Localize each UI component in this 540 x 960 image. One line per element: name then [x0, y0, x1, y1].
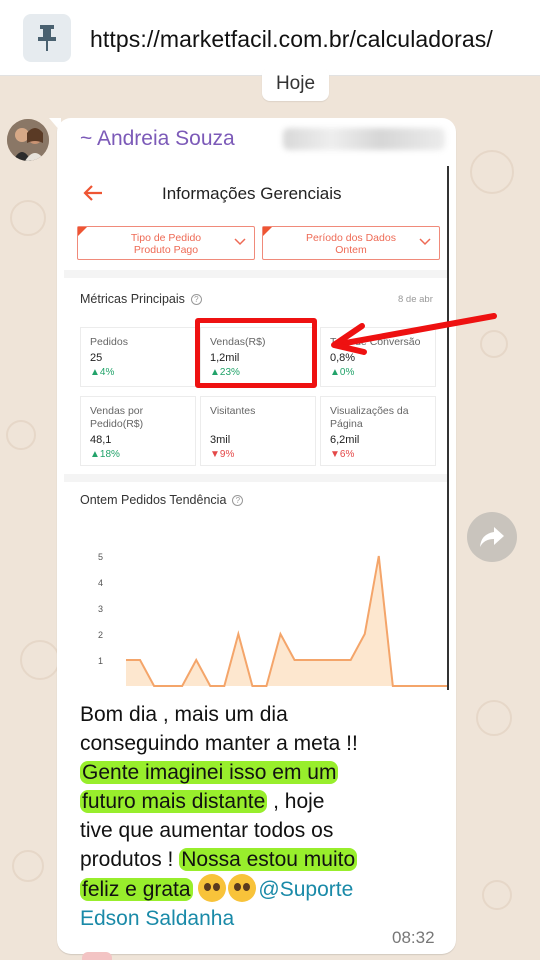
metric-change: ▲18%: [90, 449, 120, 460]
chevron-down-icon: [234, 238, 246, 246]
y-tick-label: 4: [98, 578, 103, 588]
mention-link[interactable]: Edson Saldanha: [80, 907, 234, 930]
y-tick-label: 2: [98, 630, 103, 640]
phone-number-blurred: [283, 128, 445, 150]
filter-label: Período dos Dados: [306, 232, 396, 244]
message-line: conseguindo manter a meta !!: [80, 732, 358, 755]
metric-value: 25: [90, 352, 103, 364]
red-arrow-annotation: [331, 313, 497, 355]
highlighted-text: Nossa estou muito: [179, 848, 358, 871]
metric-label: Visualizações da Página: [330, 405, 409, 430]
metric-change: ▲4%: [90, 367, 115, 378]
filter-corner-icon: [78, 227, 87, 236]
metric-value: 6,2mil: [330, 434, 360, 446]
highlight-box: [195, 318, 317, 388]
metric-card: Visualizações da Página 6,2mil ▼6%: [320, 396, 436, 466]
message-text-fragment: produtos !: [80, 848, 180, 871]
screenshot-title: Informações Gerenciais: [162, 184, 342, 203]
reaction-badge[interactable]: [82, 952, 112, 960]
attached-screenshot[interactable]: Informações Gerenciais Tipo de Pedido Pr…: [64, 166, 449, 690]
highlighted-text: futuro mais distante: [80, 790, 268, 813]
browser-url-bar[interactable]: https://marketfacil.com.br/calculadoras/: [0, 0, 540, 76]
message-line: tive que aumentar todos os: [80, 819, 334, 842]
filter-value: Produto Pago: [133, 244, 199, 256]
order-type-filter: Tipo de Pedido Produto Pago: [77, 226, 255, 260]
metric-label: Pedidos: [90, 336, 128, 348]
message-text: Bom dia , mais um dia conseguindo manter…: [80, 700, 430, 933]
pin-icon[interactable]: [23, 14, 71, 62]
metric-card: Pedidos 25 ▲4%: [80, 327, 196, 387]
info-icon: ?: [232, 495, 244, 507]
metric-label: Visitantes: [210, 405, 256, 417]
mention-link[interactable]: @Suporte: [258, 878, 353, 901]
message-time: 08:32: [392, 928, 435, 947]
screenshot-header: Informações Gerenciais: [64, 166, 447, 222]
pleading-face-emoji-icon: [228, 874, 257, 902]
highlighted-text: feliz e grata: [80, 878, 193, 901]
metric-change: ▼6%: [330, 449, 355, 460]
pleading-face-emoji-icon: [198, 874, 227, 902]
y-tick-label: 5: [98, 552, 103, 562]
metric-card: Vendas por Pedido(R$) 48,1 ▲18%: [80, 396, 196, 466]
metric-card: Visitantes 3mil ▼9%: [200, 396, 316, 466]
data-period-filter: Período dos Dados Ontem: [262, 226, 440, 260]
filter-corner-icon: [263, 227, 272, 236]
url-text[interactable]: https://marketfacil.com.br/calculadoras/: [90, 26, 493, 53]
divider: [64, 474, 447, 482]
orders-trend-chart: 5 4 3 2 1: [98, 552, 447, 687]
y-tick-label: 1: [98, 656, 103, 666]
avatar[interactable]: [7, 119, 49, 161]
forward-button[interactable]: [467, 512, 517, 562]
metric-change: ▲0%: [330, 367, 355, 378]
info-icon: ?: [190, 294, 202, 306]
metrics-title: Métricas Principais?: [80, 292, 202, 306]
metric-change: ▼9%: [210, 449, 235, 460]
message-text-fragment: , hoje: [267, 790, 325, 813]
back-arrow-icon: [83, 185, 102, 201]
highlighted-text: Gente imaginei isso em um: [80, 761, 339, 784]
chevron-down-icon: [419, 238, 431, 246]
metric-label: Vendas por Pedido(R$): [90, 405, 144, 430]
trend-area: [126, 556, 447, 686]
filter-value: Ontem: [335, 244, 367, 256]
date-chip: Hoje: [262, 67, 329, 101]
message-line: Bom dia , mais um dia: [80, 703, 288, 726]
metric-value: 48,1: [90, 434, 112, 446]
metric-value: 3mil: [210, 434, 231, 446]
trend-title: Ontem Pedidos Tendência?: [80, 493, 244, 507]
y-tick-label: 3: [98, 604, 103, 614]
metrics-date: 8 de abr: [398, 294, 433, 305]
divider: [64, 270, 447, 278]
sender-name[interactable]: ~ Andreia Souza: [80, 127, 235, 151]
filter-label: Tipo de Pedido: [130, 232, 202, 244]
forward-icon: [480, 527, 504, 547]
